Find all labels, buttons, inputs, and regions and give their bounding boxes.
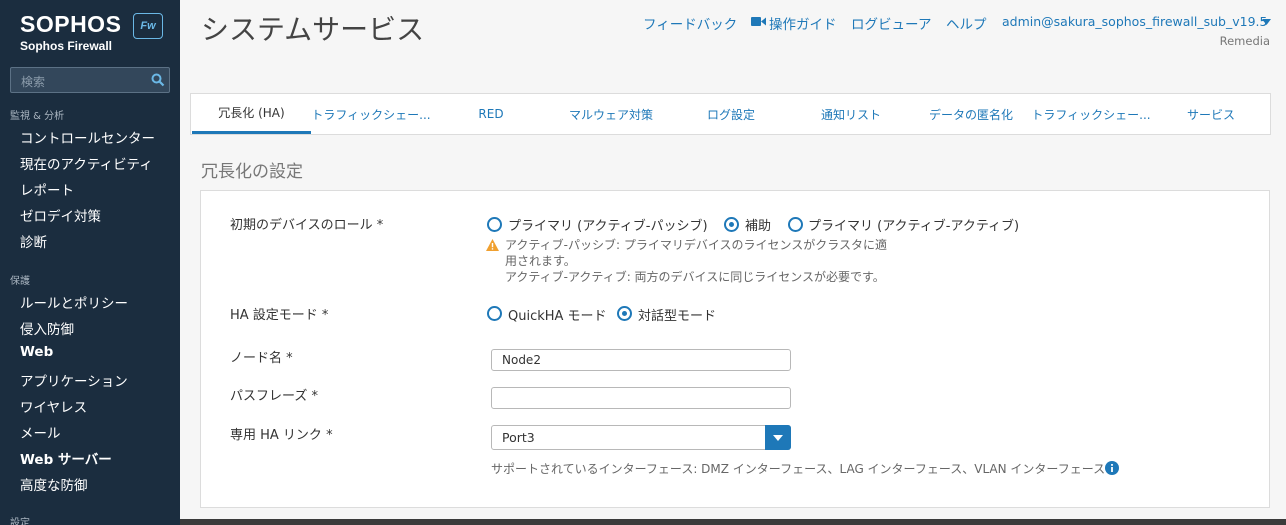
- chevron-down-icon[interactable]: [1262, 19, 1271, 25]
- tab-bar: 冗長化 (HA) トラフィックシェー... RED マルウェア対策 ログ設定 通…: [190, 93, 1271, 135]
- mode-interactive-radio[interactable]: [617, 306, 632, 321]
- search-icon[interactable]: [151, 73, 165, 87]
- window-bottom-edge: [180, 519, 1286, 525]
- nav-item-wireless[interactable]: ワイヤレス: [20, 396, 87, 416]
- dropdown-button[interactable]: [765, 425, 791, 450]
- chevron-down-icon: [773, 434, 783, 441]
- video-camera-icon: [751, 17, 766, 26]
- role-help-line-3: アクティブ-アクティブ: 両方のデバイスに同じライセンスが必要です。: [505, 270, 885, 284]
- tab-traffic-shaping[interactable]: トラフィックシェー...: [311, 94, 431, 134]
- page-title: システムサービス: [201, 13, 425, 46]
- tab-notification-list[interactable]: 通知リスト: [791, 94, 911, 134]
- nav-section-protect: 保護: [10, 276, 30, 287]
- ha-mode-label: HA 設定モード *: [230, 308, 329, 323]
- search-input[interactable]: 検索: [10, 67, 170, 93]
- role-primary-active-passive-radio[interactable]: [487, 217, 502, 232]
- node-name-field[interactable]: Node2: [491, 349, 791, 371]
- role-help-line-2: 用されます。: [505, 254, 576, 268]
- role-help-line-1: アクティブ-パッシブ: プライマリデバイスのライセンスがクラスタに適: [505, 238, 888, 252]
- nav-item-web[interactable]: Web: [20, 344, 53, 360]
- nav-item-rules-policies[interactable]: ルールとポリシー: [20, 292, 128, 312]
- nav-item-email[interactable]: メール: [20, 422, 61, 442]
- role-primary-active-active-radio[interactable]: [788, 217, 803, 232]
- nav-item-control-center[interactable]: コントロールセンター: [20, 127, 155, 147]
- section-title: 冗長化の設定: [201, 162, 303, 182]
- nav-item-intrusion-prevention[interactable]: 侵入防御: [20, 318, 74, 338]
- role-auxiliary-radio[interactable]: [724, 217, 739, 232]
- brand-logo: SOPHOS: [20, 11, 122, 37]
- nav-section-configure: 設定: [10, 518, 30, 525]
- role-auxiliary-label[interactable]: 補助: [745, 215, 771, 234]
- feedback-link[interactable]: フィードバック: [643, 13, 737, 33]
- mode-interactive-label[interactable]: 対話型モード: [638, 305, 716, 324]
- nav-item-reports[interactable]: レポート: [20, 179, 74, 199]
- role-primary-active-active-label[interactable]: プライマリ (アクティブ-アクティブ): [808, 215, 1019, 234]
- mode-quickha-label[interactable]: QuickHA モード: [508, 305, 607, 324]
- firewall-badge: Fw: [133, 13, 163, 39]
- tab-malware-protection[interactable]: マルウェア対策: [551, 94, 671, 134]
- tab-data-anonymization[interactable]: データの匿名化: [911, 94, 1031, 134]
- nav-item-current-activity[interactable]: 現在のアクティビティ: [20, 153, 153, 173]
- node-name-label: ノード名 *: [230, 351, 293, 366]
- product-name: Sophos Firewall: [20, 39, 113, 53]
- nav-item-diagnostics[interactable]: 診断: [20, 231, 47, 251]
- passphrase-label: パスフレーズ *: [230, 389, 318, 404]
- tab-services[interactable]: サービス: [1151, 94, 1271, 134]
- tab-log-settings[interactable]: ログ設定: [671, 94, 791, 134]
- ha-link-label: 専用 HA リンク *: [230, 428, 333, 443]
- info-icon[interactable]: [1105, 461, 1119, 475]
- nav-item-web-server[interactable]: Web サーバー: [20, 448, 112, 468]
- device-role-label: 初期のデバイスのロール *: [230, 218, 384, 233]
- ha-link-select[interactable]: Port3: [491, 425, 791, 450]
- nav-item-advanced-protection[interactable]: 高度な防御: [20, 474, 88, 494]
- tab-ha[interactable]: 冗長化 (HA): [192, 94, 311, 134]
- tab-traffic-shaping-2[interactable]: トラフィックシェー...: [1031, 94, 1151, 134]
- warning-icon: [486, 239, 499, 251]
- role-primary-active-passive-label[interactable]: プライマリ (アクティブ-パッシブ): [508, 215, 708, 234]
- help-link[interactable]: ヘルプ: [946, 13, 987, 33]
- tab-red[interactable]: RED: [431, 94, 551, 134]
- organization-name: Remedia: [1219, 34, 1270, 48]
- sidebar: SOPHOS Sophos Firewall Fw 検索 監視 & 分析 コント…: [0, 0, 180, 525]
- log-viewer-link[interactable]: ログビューア: [851, 13, 931, 33]
- brand: SOPHOS Sophos Firewall: [20, 12, 121, 53]
- nav-item-zero-day[interactable]: ゼロデイ対策: [20, 205, 101, 225]
- nav-section-monitor: 監視 & 分析: [10, 111, 65, 122]
- nav-item-applications[interactable]: アプリケーション: [20, 370, 128, 390]
- supported-interfaces-help: サポートされているインターフェース: DMZ インターフェース、LAG インター…: [491, 462, 1106, 476]
- how-to-guide-link[interactable]: 操作ガイド: [769, 13, 837, 33]
- user-menu[interactable]: admin@sakura_sophos_firewall_sub_v19.5: [1002, 14, 1267, 29]
- passphrase-field[interactable]: [491, 387, 791, 409]
- mode-quickha-radio[interactable]: [487, 306, 502, 321]
- ha-link-value: Port3: [502, 430, 535, 445]
- search-placeholder: 検索: [21, 75, 46, 89]
